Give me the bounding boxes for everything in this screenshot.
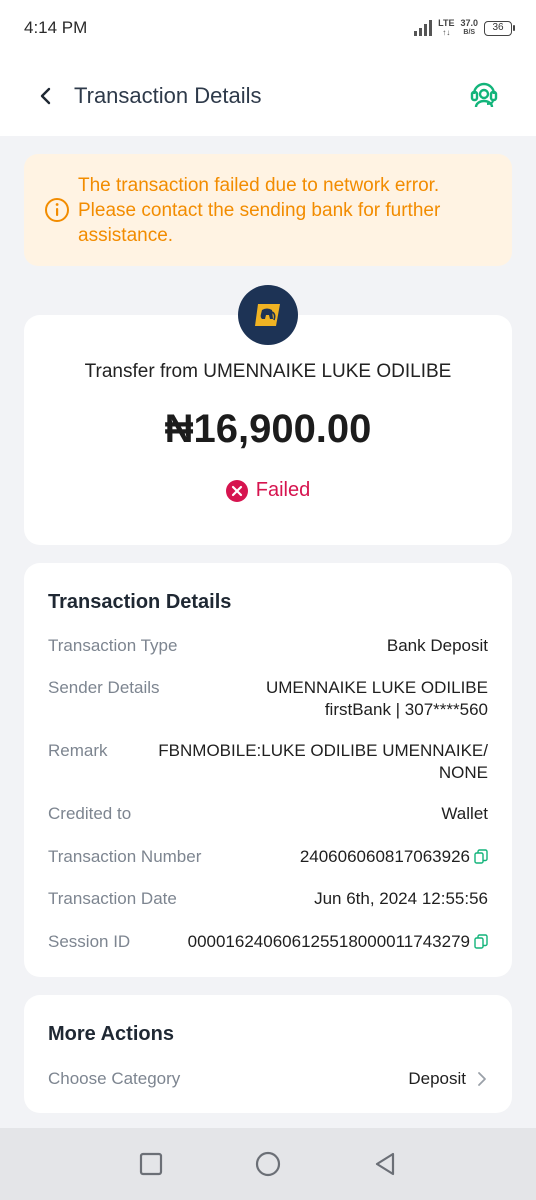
status-time: 4:14 PM — [24, 18, 88, 37]
network-type: LTE — [438, 18, 455, 28]
chevron-right-icon — [478, 1072, 486, 1086]
detail-row-transaction-date: Transaction Date Jun 6th, 2024 12:55:56 — [48, 888, 488, 910]
transaction-amount: ₦16,900.00 — [164, 407, 372, 451]
detail-row-sender: Sender Details UMENNAIKE LUKE ODILIBE fi… — [48, 677, 488, 721]
net-speed-unit: B/S — [463, 29, 476, 36]
detail-label: Remark — [48, 741, 108, 760]
detail-row-credited-to: Credited to Wallet — [48, 803, 488, 825]
recents-square-icon — [139, 1152, 162, 1176]
app-bar: Transaction Details — [0, 56, 536, 136]
recents-button[interactable] — [131, 1144, 171, 1184]
back-arrow-icon — [40, 87, 51, 105]
sender-name: UMENNAIKE LUKE ODILIBE — [265, 678, 488, 697]
status-badge: Failed — [24, 479, 512, 502]
battery-icon: 36 — [484, 20, 515, 36]
remark-line-2: NONE — [438, 763, 488, 782]
home-circle-icon — [255, 1151, 281, 1177]
headset-support-icon — [470, 82, 498, 108]
category-label: Choose Category — [48, 1069, 181, 1088]
detail-row-type: Transaction Type Bank Deposit — [48, 635, 488, 657]
detail-label: Sender Details — [48, 678, 160, 697]
status-label: Failed — [255, 479, 311, 501]
page-title: Transaction Details — [74, 83, 262, 108]
net-speed: 37.0 B/S — [460, 19, 478, 37]
category-value: Deposit — [408, 1069, 466, 1088]
detail-value: 000016240606125518000011743279 — [188, 931, 488, 953]
detail-label: Credited to — [48, 804, 132, 823]
status-bar: 4:14 PM LTE ↑↓ 37.0 B/S 36 — [0, 0, 536, 56]
failed-x-icon — [225, 479, 248, 502]
firstbank-elephant-logo — [255, 304, 280, 326]
status-indicators: LTE ↑↓ 37.0 B/S 36 — [414, 18, 515, 38]
detail-row-transaction-number: Transaction Number 240606060817063926 — [48, 846, 488, 868]
more-actions-title: More Actions — [48, 1023, 174, 1045]
copy-icon[interactable] — [474, 934, 488, 950]
more-actions-card: More Actions Choose Category Deposit — [24, 995, 512, 1113]
system-nav-bar — [0, 1128, 536, 1200]
detail-value: 240606060817063926 — [300, 846, 488, 868]
support-button[interactable] — [464, 74, 504, 114]
alert-message: The transaction failed due to network er… — [78, 174, 441, 246]
back-button[interactable] — [26, 76, 66, 116]
session-id-value: 000016240606125518000011743279 — [187, 932, 470, 951]
detail-row-session-id: Session ID 00001624060612551800001174327… — [48, 931, 488, 953]
detail-value: Bank Deposit — [386, 636, 488, 655]
detail-label: Transaction Type — [48, 636, 178, 655]
copy-icon[interactable] — [474, 849, 488, 865]
home-button[interactable] — [248, 1144, 288, 1184]
detail-value: Jun 6th, 2024 12:55:56 — [314, 889, 488, 908]
detail-label: Transaction Number — [48, 847, 202, 866]
detail-label: Session ID — [48, 932, 131, 951]
detail-label: Transaction Date — [48, 889, 177, 908]
net-speed-value: 37.0 — [460, 18, 478, 28]
detail-row-remark: Remark FBNMOBILE:LUKE ODILIBE UMENNAIKE/… — [48, 740, 488, 784]
signal-icon — [414, 20, 433, 36]
choose-category-row[interactable]: Choose Category Deposit — [48, 1068, 488, 1090]
transfer-from-text: Transfer from UMENNAIKE LUKE ODILIBE — [84, 361, 452, 382]
category-selector[interactable]: Deposit — [408, 1068, 488, 1090]
remark-line-1: FBNMOBILE:LUKE ODILIBE UMENNAIKE/ — [158, 741, 488, 760]
transaction-details-card: Transaction Details Transaction Type Ban… — [24, 563, 512, 977]
transaction-number-value: 240606060817063926 — [299, 847, 470, 866]
detail-value: FBNMOBILE:LUKE ODILIBE UMENNAIKE/ NONE — [158, 740, 488, 784]
bank-logo — [238, 285, 298, 345]
detail-value: UMENNAIKE LUKE ODILIBE firstBank | 307**… — [266, 677, 488, 721]
nav-back-button[interactable] — [365, 1144, 405, 1184]
details-section-title: Transaction Details — [48, 591, 232, 613]
sender-bank-account: firstBank | 307****560 — [324, 700, 488, 719]
network-indicator: LTE ↑↓ — [438, 18, 455, 38]
failure-alert-banner: The transaction failed due to network er… — [24, 154, 512, 266]
info-icon — [45, 198, 69, 222]
transaction-summary-card: Transfer from UMENNAIKE LUKE ODILIBE ₦16… — [24, 315, 512, 545]
detail-value: Wallet — [441, 804, 488, 823]
back-triangle-icon — [376, 1152, 395, 1176]
